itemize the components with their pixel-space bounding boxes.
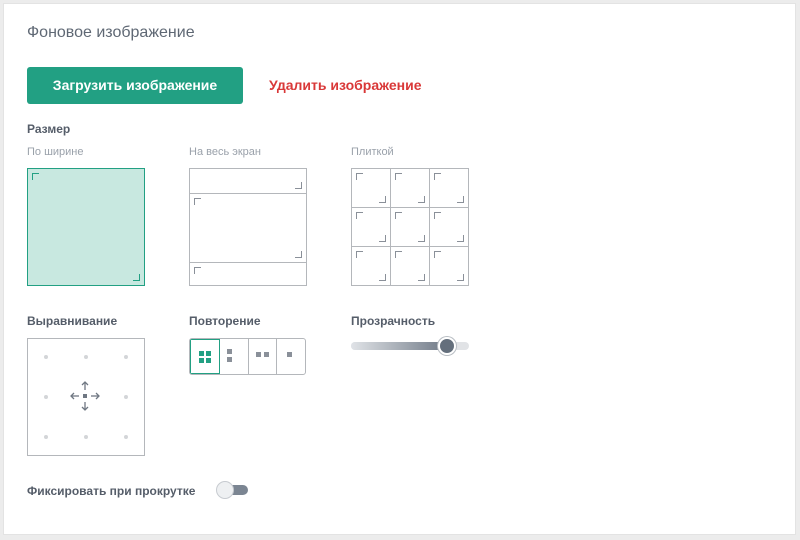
divider xyxy=(190,193,306,194)
tile-square xyxy=(199,351,204,356)
corner-bottom-right-icon xyxy=(457,274,464,281)
toggle-knob xyxy=(216,481,234,499)
corner-top-left-icon xyxy=(434,251,441,258)
upload-image-button[interactable]: Загрузить изображение xyxy=(27,67,243,104)
align-bottom-left[interactable] xyxy=(44,435,48,439)
alignment-grid xyxy=(27,338,145,456)
size-option-tile[interactable] xyxy=(351,168,469,286)
repeat-horizontal-button[interactable] xyxy=(249,339,278,374)
tile-square xyxy=(206,351,211,356)
divider xyxy=(352,246,468,247)
divider xyxy=(190,262,306,263)
corner-bottom-right-icon xyxy=(418,274,425,281)
align-bottom-center[interactable] xyxy=(84,435,88,439)
corner-top-left-icon xyxy=(395,173,402,180)
tile-square xyxy=(226,357,232,362)
align-middle-right[interactable] xyxy=(124,395,128,399)
align-bottom-right[interactable] xyxy=(124,435,128,439)
corner-top-left-icon xyxy=(395,212,402,219)
corner-bottom-right-icon xyxy=(379,196,386,203)
tile-square xyxy=(263,352,269,357)
repeat-vertical-button[interactable] xyxy=(220,339,249,374)
opacity-slider[interactable] xyxy=(351,337,469,355)
align-middle-left[interactable] xyxy=(44,395,48,399)
repeat-label: Повторение xyxy=(189,314,261,328)
corner-bottom-right-icon xyxy=(379,274,386,281)
corner-top-left-icon xyxy=(434,173,441,180)
tile-square xyxy=(255,352,261,357)
corner-bottom-right-icon xyxy=(295,182,302,189)
corner-bottom-right-icon xyxy=(457,196,464,203)
corner-bottom-right-icon xyxy=(295,251,302,258)
align-top-center[interactable] xyxy=(84,355,88,359)
corner-top-left-icon xyxy=(32,173,39,180)
corner-bottom-right-icon xyxy=(457,235,464,242)
corner-bottom-right-icon xyxy=(133,274,140,281)
slider-thumb[interactable] xyxy=(437,337,456,355)
tile-square xyxy=(199,358,204,363)
corner-bottom-right-icon xyxy=(379,235,386,242)
fixed-scroll-toggle[interactable] xyxy=(216,481,248,499)
align-top-left[interactable] xyxy=(44,355,48,359)
delete-image-link[interactable]: Удалить изображение xyxy=(269,77,421,93)
corner-top-left-icon xyxy=(194,267,201,274)
tile-square xyxy=(226,349,232,354)
corner-top-left-icon xyxy=(356,251,363,258)
corner-top-left-icon xyxy=(395,251,402,258)
size-option-label-tile: Плиткой xyxy=(351,146,394,158)
corner-bottom-right-icon xyxy=(418,196,425,203)
tile-square xyxy=(287,352,293,357)
slider-fill xyxy=(351,342,447,350)
size-label: Размер xyxy=(27,122,71,136)
alignment-label: Выравнивание xyxy=(27,314,118,328)
opacity-label: Прозрачность xyxy=(351,314,436,328)
size-option-label-fullscreen: На весь экран xyxy=(189,146,261,158)
panel-title: Фоновое изображение xyxy=(27,24,195,41)
size-option-label-fit-width: По ширине xyxy=(27,146,84,158)
size-option-fit-width[interactable] xyxy=(27,168,145,286)
corner-bottom-right-icon xyxy=(418,235,425,242)
tile-square xyxy=(206,358,211,363)
fixed-scroll-label: Фиксировать при прокрутке xyxy=(27,484,196,498)
corner-top-left-icon xyxy=(434,212,441,219)
size-option-fullscreen[interactable] xyxy=(189,168,307,286)
corner-top-left-icon xyxy=(356,173,363,180)
corner-top-left-icon xyxy=(194,198,201,205)
divider xyxy=(429,169,430,285)
background-image-panel: Фоновое изображение Загрузить изображени… xyxy=(3,3,796,535)
no-repeat-button[interactable] xyxy=(277,339,305,374)
repeat-button-group xyxy=(189,338,306,375)
align-top-right[interactable] xyxy=(124,355,128,359)
repeat-both-button[interactable] xyxy=(190,339,220,374)
align-center-arrows-icon[interactable] xyxy=(67,378,103,414)
divider xyxy=(352,207,468,208)
divider xyxy=(390,169,391,285)
corner-top-left-icon xyxy=(356,212,363,219)
